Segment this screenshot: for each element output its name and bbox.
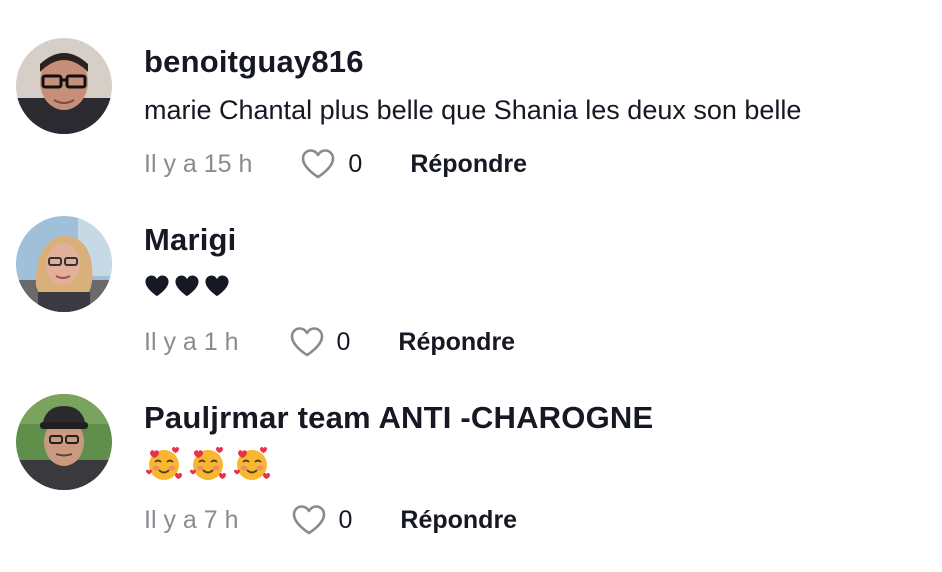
like-count: 0 <box>348 149 363 178</box>
black-heart-icon <box>144 274 170 298</box>
comment-username[interactable]: Marigi <box>144 220 237 260</box>
comment-emoji-row <box>144 266 230 306</box>
avatar[interactable] <box>16 394 112 490</box>
like-button[interactable]: 0 <box>300 148 362 180</box>
black-heart-icon <box>174 274 200 298</box>
reply-button[interactable]: Répondre <box>398 328 515 357</box>
like-count: 0 <box>336 327 351 356</box>
comment-item: Pauljrmar team ANTI -CHAROGNE Il y a 7 h… <box>16 394 936 554</box>
heart-outline-icon <box>289 326 325 358</box>
comment-item: benoitguay816 marie Chantal plus belle q… <box>16 38 936 198</box>
like-button[interactable]: 0 <box>291 504 353 536</box>
comment-item: Marigi Il y a 1 h 0 Répondre <box>16 216 936 376</box>
heart-outline-icon <box>291 504 327 536</box>
like-button[interactable]: 0 <box>289 326 351 358</box>
heart-outline-icon <box>300 148 336 180</box>
comment-username[interactable]: Pauljrmar team ANTI -CHAROGNE <box>144 398 653 438</box>
avatar[interactable] <box>16 216 112 312</box>
reply-button[interactable]: Répondre <box>410 150 527 179</box>
like-count: 0 <box>338 505 353 534</box>
comment-username[interactable]: benoitguay816 <box>144 42 364 82</box>
comment-meta: Il y a 15 h 0 Répondre <box>144 144 527 184</box>
black-heart-icon <box>204 274 230 298</box>
comment-timestamp: Il y a 15 h <box>144 149 253 178</box>
comment-meta: Il y a 7 h 0 Répondre <box>144 500 517 540</box>
comment-emoji-row <box>144 444 272 484</box>
smiling-face-with-hearts-icon <box>144 444 184 484</box>
smiling-face-with-hearts-icon <box>232 444 272 484</box>
comment-timestamp: Il y a 7 h <box>144 505 239 534</box>
smiling-face-with-hearts-icon <box>188 444 228 484</box>
comment-meta: Il y a 1 h 0 Répondre <box>144 322 515 362</box>
avatar[interactable] <box>16 38 112 134</box>
comment-timestamp: Il y a 1 h <box>144 327 239 356</box>
comment-text: marie Chantal plus belle que Shania les … <box>144 95 802 125</box>
reply-button[interactable]: Répondre <box>400 506 517 535</box>
